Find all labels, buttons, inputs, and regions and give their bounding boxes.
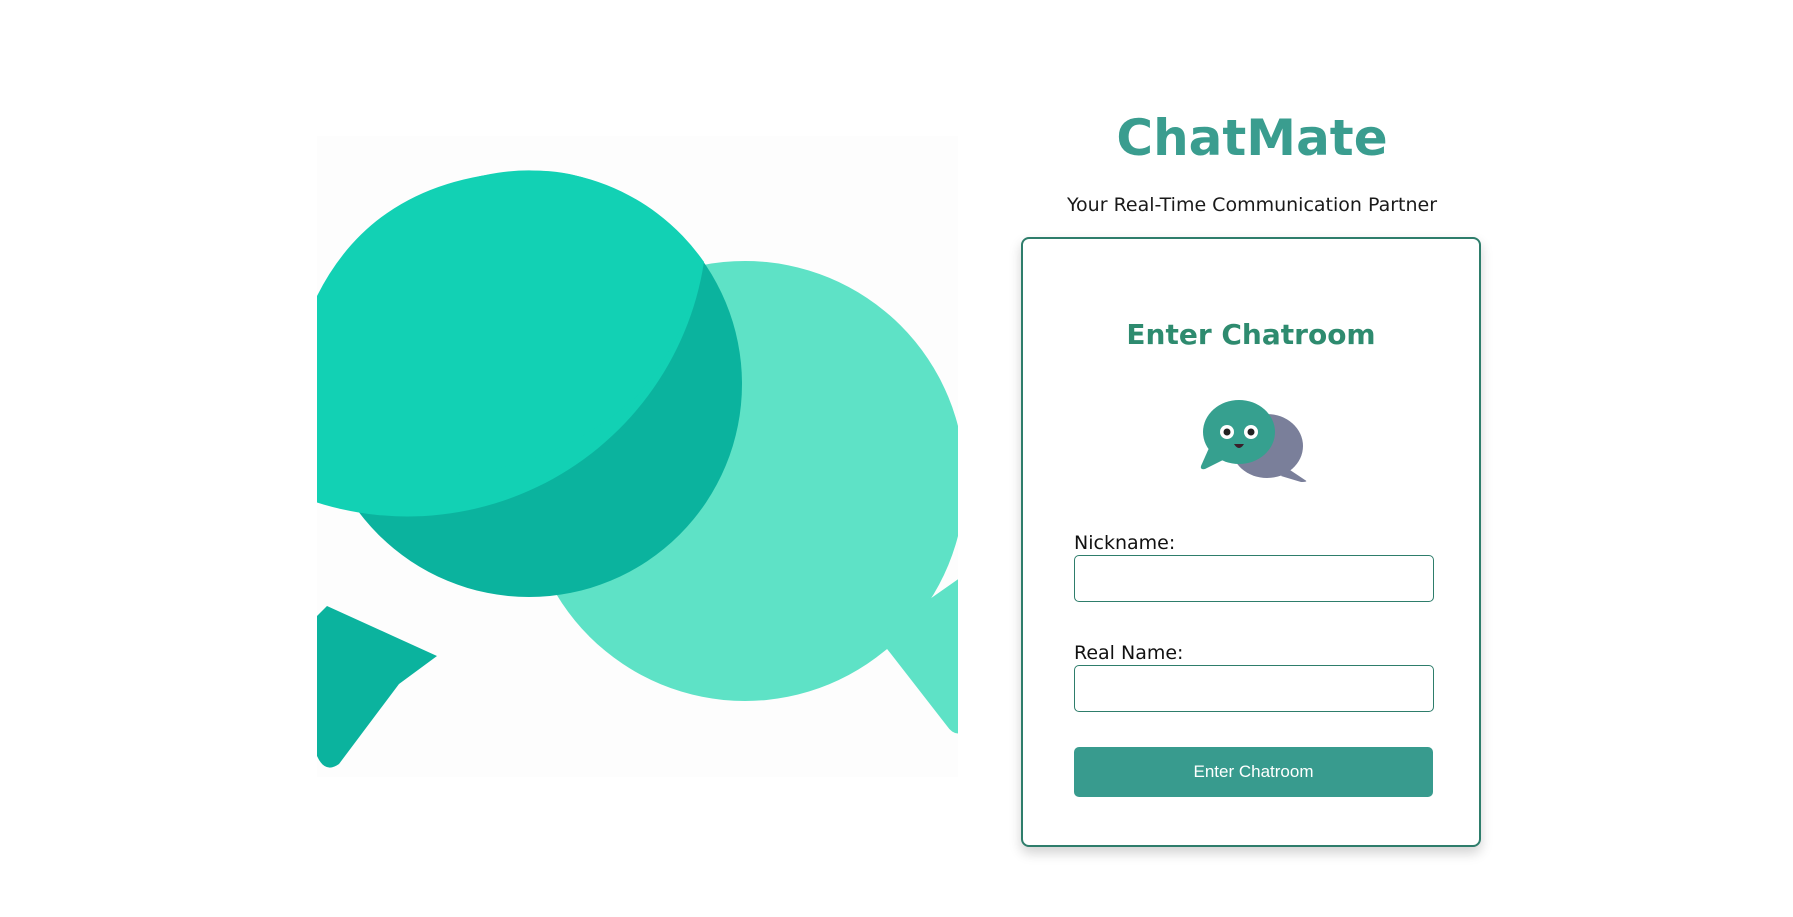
chat-bubbles-icon bbox=[317, 170, 958, 768]
nickname-input[interactable] bbox=[1074, 555, 1434, 602]
card-heading: Enter Chatroom bbox=[1126, 318, 1376, 351]
enter-chatroom-card: Enter Chatroom Nickname: Real Name: Ente… bbox=[1021, 237, 1481, 847]
app-title: ChatMate bbox=[1116, 109, 1388, 167]
nickname-label: Nickname: bbox=[1074, 532, 1176, 554]
enter-chatroom-button[interactable]: Enter Chatroom bbox=[1074, 747, 1433, 797]
real-name-input[interactable] bbox=[1074, 665, 1434, 712]
real-name-label: Real Name: bbox=[1074, 642, 1184, 664]
app-tagline: Your Real-Time Communication Partner bbox=[1066, 194, 1438, 216]
hero-chat-bubbles-image bbox=[317, 136, 958, 777]
login-page: ChatMate Your Real-Time Communication Pa… bbox=[0, 0, 1793, 917]
chat-mascot-icon bbox=[1197, 396, 1309, 486]
